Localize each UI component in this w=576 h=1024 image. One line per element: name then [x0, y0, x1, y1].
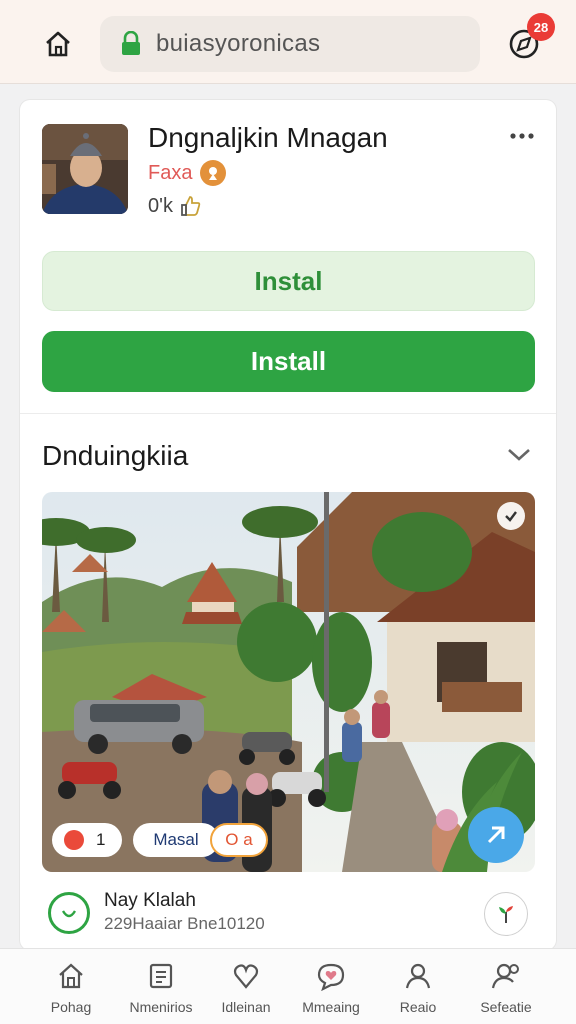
user-subtitle: 229Haaiar Bne10120: [104, 914, 265, 933]
bottom-nav: Pohag Nmenirios Idleinan Mmeaing Reaio S…: [0, 948, 576, 1024]
divider: [20, 413, 556, 414]
person-icon: [400, 959, 436, 993]
record-icon: [64, 830, 84, 850]
count-chip-text: 1: [96, 830, 106, 849]
browser-bar: buiasyoronicas 28: [0, 0, 576, 84]
more-icon: [510, 133, 534, 139]
nav-label: Reaio: [399, 999, 437, 1015]
nav-label: Pohag: [50, 999, 92, 1015]
sprout-icon: [499, 906, 513, 923]
count-chip[interactable]: 1: [52, 823, 122, 857]
app-count-row: 0'k: [148, 194, 203, 218]
home-button[interactable]: [40, 26, 76, 62]
user-icon: [48, 892, 90, 934]
app-avatar: [42, 124, 128, 214]
label-chip[interactable]: Masal: [133, 823, 219, 857]
village-photo[interactable]: 1 Masal O a: [42, 492, 535, 872]
lock-icon: [120, 31, 144, 57]
profile-settings-icon: [488, 959, 524, 993]
nav-item-profile[interactable]: Reaio: [373, 959, 463, 1019]
nav-item-menu[interactable]: Nmenirios: [116, 959, 206, 1019]
nav-item-messages[interactable]: Mmeaing: [286, 959, 376, 1019]
user-row[interactable]: Nay Klalah 229Haaiar Bne10120: [20, 886, 556, 950]
nav-label: Mmeaing: [302, 999, 360, 1015]
nav-item-favorites[interactable]: Idleinan: [201, 959, 291, 1019]
url-text: buiasyoronicas: [156, 30, 321, 57]
chevron-down-icon: [508, 449, 530, 461]
install-button[interactable]: Install: [42, 331, 535, 392]
tag-chip[interactable]: O a: [210, 823, 268, 857]
address-bar[interactable]: buiasyoronicas: [100, 16, 480, 72]
nav-item-home[interactable]: Pohag: [26, 959, 116, 1019]
nav-item-settings[interactable]: Sefeatie: [461, 959, 551, 1019]
app-tag-row: Faxa: [148, 160, 227, 186]
like-count: 0'k: [148, 194, 173, 217]
open-photo-button[interactable]: [468, 807, 524, 863]
more-options-button[interactable]: [504, 124, 540, 148]
home-icon: [46, 31, 70, 57]
chat-heart-icon: [313, 959, 349, 993]
nav-label: Idleinan: [221, 999, 271, 1015]
home-icon: [53, 959, 89, 993]
arrow-up-right-icon: [487, 826, 505, 844]
install-light-button[interactable]: Instal: [42, 251, 535, 311]
thumbs-up-icon: [181, 196, 201, 216]
app-card: Dngnaljkin Mnagan Faxa 0'k Instal Instal…: [20, 100, 556, 950]
clipboard-icon: [143, 959, 179, 993]
badge-icon: [200, 160, 227, 186]
nav-label: Sefeatie: [480, 999, 532, 1015]
user-name: Nay Klalah: [104, 890, 196, 911]
app-tag: Faxa: [148, 161, 193, 184]
app-title: Dngnaljkin Mnagan: [148, 122, 388, 153]
section-title: Dnduingkiia: [42, 440, 189, 471]
notification-badge[interactable]: 28: [527, 13, 555, 41]
heart-icon: [228, 959, 264, 993]
nav-label: Nmenirios: [129, 999, 193, 1015]
expand-section-button[interactable]: [504, 443, 534, 467]
check-icon[interactable]: [497, 502, 525, 530]
user-action-button[interactable]: [484, 892, 528, 936]
